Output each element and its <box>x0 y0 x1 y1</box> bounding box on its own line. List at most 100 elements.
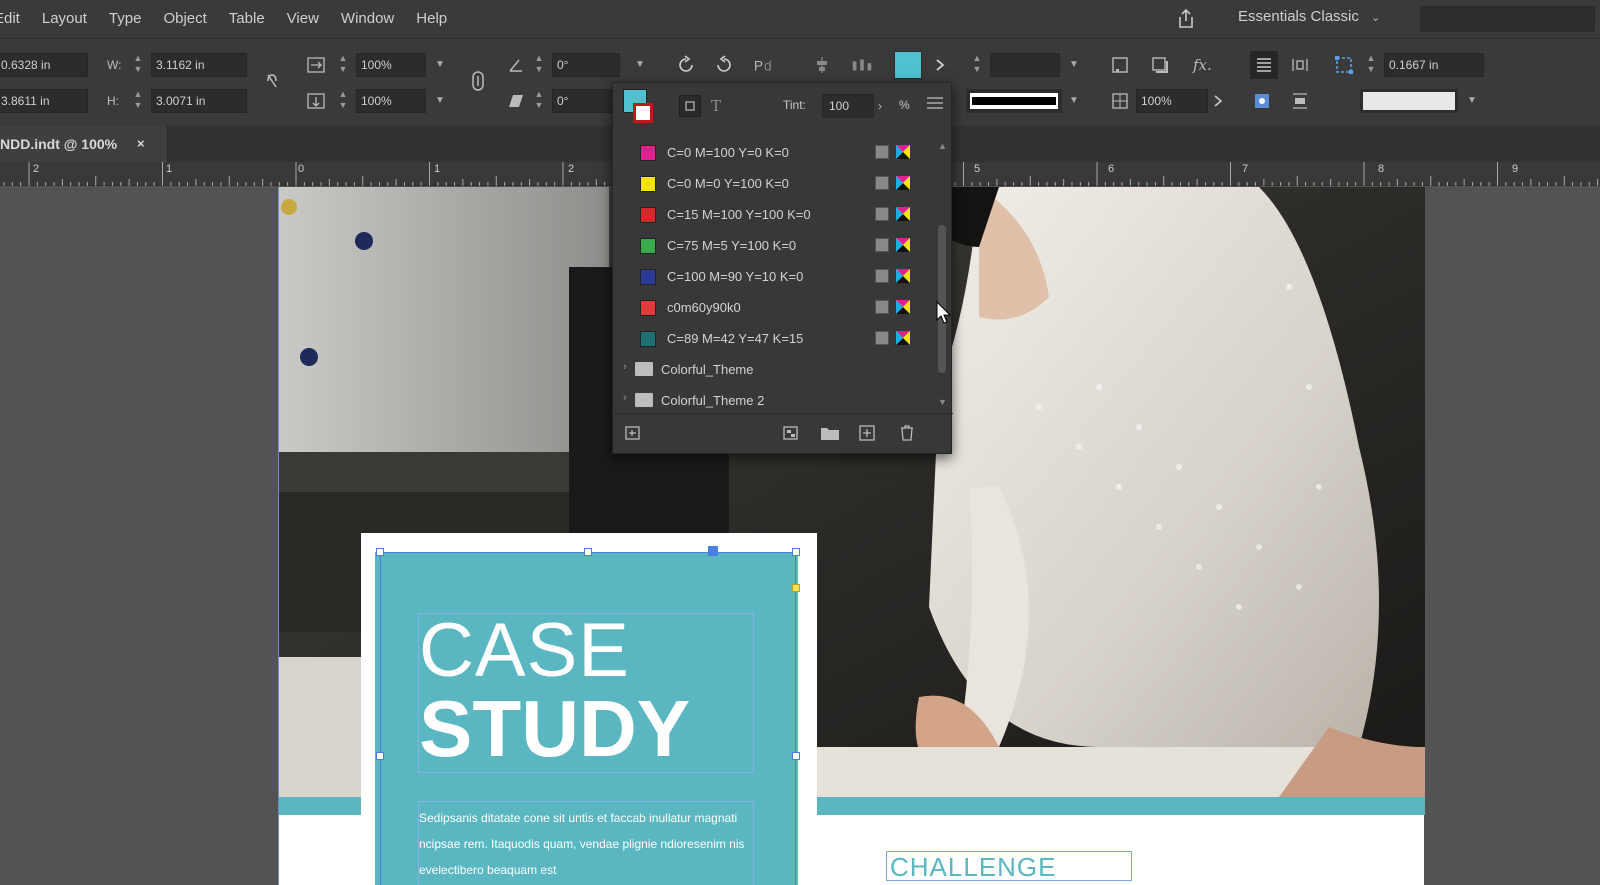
folder-icon[interactable] <box>819 424 839 442</box>
text-wrap-bounding-icon[interactable] <box>1288 53 1312 77</box>
scrollbar-thumb[interactable] <box>938 225 946 373</box>
corner-options-icon[interactable] <box>1332 53 1356 77</box>
swatch-row[interactable]: C=75 M=5 Y=100 K=0 <box>613 230 939 261</box>
link-icon[interactable] <box>466 69 490 93</box>
scale-y-stepper[interactable]: ▲ ▼ <box>336 89 350 113</box>
chevron-down-icon[interactable]: ▼ <box>630 53 650 77</box>
rotate-clockwise-icon[interactable] <box>674 53 698 77</box>
scale-x-stepper[interactable]: ▲ ▼ <box>336 53 350 77</box>
formatting-text-icon[interactable]: T <box>707 95 727 115</box>
fill-swatch-button[interactable] <box>894 51 922 79</box>
swatches-footer <box>613 413 953 453</box>
challenge-heading[interactable]: CHALLENGE <box>886 851 1132 882</box>
y-field[interactable]: 3.8611 in <box>0 89 88 113</box>
menu-edit[interactable]: Edit <box>0 0 31 38</box>
distribute-icon[interactable] <box>850 53 874 77</box>
h-stepper[interactable]: ▲ ▼ <box>131 89 145 113</box>
menu-help[interactable]: Help <box>405 0 458 38</box>
svg-text:T: T <box>711 97 721 115</box>
menu-type[interactable]: Type <box>98 0 153 38</box>
scroll-up-icon[interactable]: ▲ <box>938 141 947 151</box>
chevron-down-icon[interactable]: ▼ <box>1064 53 1084 77</box>
resize-handle[interactable] <box>792 752 800 760</box>
swatch-name: C=100 M=90 Y=10 K=0 <box>667 269 804 284</box>
corner-size-stepper[interactable]: ▲ ▼ <box>1364 53 1378 77</box>
corner-size-field[interactable]: 0.1667 in <box>1384 53 1484 77</box>
stroke-type-field[interactable] <box>966 89 1062 113</box>
tint-field[interactable]: 100 <box>822 94 874 118</box>
chevron-down-icon[interactable]: ▼ <box>430 53 450 77</box>
chevron-down-icon[interactable]: ▼ <box>1064 89 1084 113</box>
resize-handle[interactable] <box>792 548 800 556</box>
swatch-row[interactable]: C=0 M=100 Y=0 K=0 <box>613 137 939 168</box>
selection-bounding-box[interactable] <box>380 552 796 885</box>
drop-shadow-icon[interactable] <box>1148 53 1172 77</box>
fill-stroke-toggle[interactable] <box>623 89 653 123</box>
swatch-row[interactable]: c0m60y90k0 <box>613 292 939 323</box>
chevron-right-icon[interactable] <box>928 53 952 77</box>
chevron-right-icon[interactable]: › <box>623 392 627 404</box>
chevron-down-icon[interactable]: ▼ <box>1462 89 1482 113</box>
chevron-right-icon[interactable]: › <box>878 94 892 118</box>
shear-field[interactable]: 0° <box>552 89 612 113</box>
resize-handle[interactable] <box>708 546 718 556</box>
chevron-right-icon[interactable]: › <box>623 361 627 373</box>
rotate-stepper[interactable]: ▲ ▼ <box>532 53 546 77</box>
document-tab[interactable]: NDD.indt @ 100% × <box>0 126 168 162</box>
effects-fx-icon[interactable]: fx. <box>1190 53 1214 77</box>
opacity-field[interactable]: 100% <box>1136 89 1208 113</box>
swatch-row[interactable]: C=100 M=90 Y=10 K=0 <box>613 261 939 292</box>
resize-handle[interactable] <box>376 548 384 556</box>
swatch-row[interactable]: C=89 M=42 Y=47 K=15 <box>613 323 939 354</box>
rotate-counterclockwise-icon[interactable] <box>712 53 736 77</box>
workspace-switcher[interactable]: Essentials Classic ⌄ <box>1238 8 1380 25</box>
new-color-group-icon[interactable] <box>781 424 801 442</box>
menu-object[interactable]: Object <box>152 0 217 38</box>
scale-x-field[interactable]: 100% <box>356 53 426 77</box>
trash-icon[interactable] <box>897 424 917 442</box>
close-icon[interactable]: × <box>137 126 145 162</box>
search-input[interactable] <box>1420 6 1595 32</box>
swatch-row[interactable]: C=15 M=100 Y=100 K=0 <box>613 199 939 230</box>
x-field[interactable]: 0.6328 in <box>0 53 88 77</box>
panel-menu-icon[interactable] <box>925 94 945 112</box>
share-icon[interactable] <box>1173 6 1199 32</box>
resize-handle[interactable] <box>584 548 592 556</box>
stroke-weight-field[interactable] <box>990 53 1060 77</box>
swatch-scrollbar[interactable]: ▲ ▼ <box>936 141 948 411</box>
scale-y-field[interactable]: 100% <box>356 89 426 113</box>
swatch-row[interactable]: C=0 M=0 Y=100 K=0 <box>613 168 939 199</box>
shear-stepper[interactable]: ▲ ▼ <box>532 89 546 113</box>
h-field[interactable]: 3.0071 in <box>151 89 247 113</box>
menu-table[interactable]: Table <box>218 0 276 38</box>
auto-fit-icon[interactable] <box>1250 89 1274 113</box>
rotate-field[interactable]: 0° <box>552 53 620 77</box>
folder-name: Colorful_Theme <box>661 362 754 377</box>
w-field[interactable]: 3.1162 in <box>151 53 247 77</box>
swatch-folder[interactable]: › Colorful_Theme <box>613 354 939 385</box>
w-stepper[interactable]: ▲ ▼ <box>131 53 145 77</box>
tint-percent-label: % <box>899 98 910 112</box>
align-icon[interactable] <box>810 53 834 77</box>
chevron-down-icon: ⌄ <box>1371 12 1381 24</box>
swatch-folder[interactable]: › Colorful_Theme 2 <box>613 385 939 416</box>
show-swatch-kinds-icon[interactable] <box>623 424 643 442</box>
chevron-down-icon[interactable]: ▼ <box>430 89 450 113</box>
chevron-right-icon[interactable] <box>1206 89 1230 113</box>
menu-layout[interactable]: Layout <box>31 0 98 38</box>
text-wrap-none-icon[interactable] <box>1250 51 1278 79</box>
stroke-weight-stepper[interactable]: ▲ ▼ <box>970 53 984 77</box>
stroke-swatch[interactable] <box>633 103 653 123</box>
scroll-down-icon[interactable]: ▼ <box>938 397 947 407</box>
formatting-container-icon[interactable] <box>679 95 701 117</box>
menu-view[interactable]: View <box>276 0 330 38</box>
flip-icon[interactable]: Pd <box>752 53 776 77</box>
menu-window[interactable]: Window <box>330 0 405 38</box>
constrain-proportions-icon[interactable] <box>260 69 284 93</box>
corner-shape-field[interactable] <box>1360 89 1458 113</box>
center-content-icon[interactable] <box>1288 89 1312 113</box>
new-swatch-icon[interactable] <box>857 424 877 442</box>
resize-handle[interactable] <box>376 752 384 760</box>
frame-fitting-icon[interactable] <box>1108 53 1132 77</box>
corner-options-handle[interactable] <box>792 584 800 592</box>
